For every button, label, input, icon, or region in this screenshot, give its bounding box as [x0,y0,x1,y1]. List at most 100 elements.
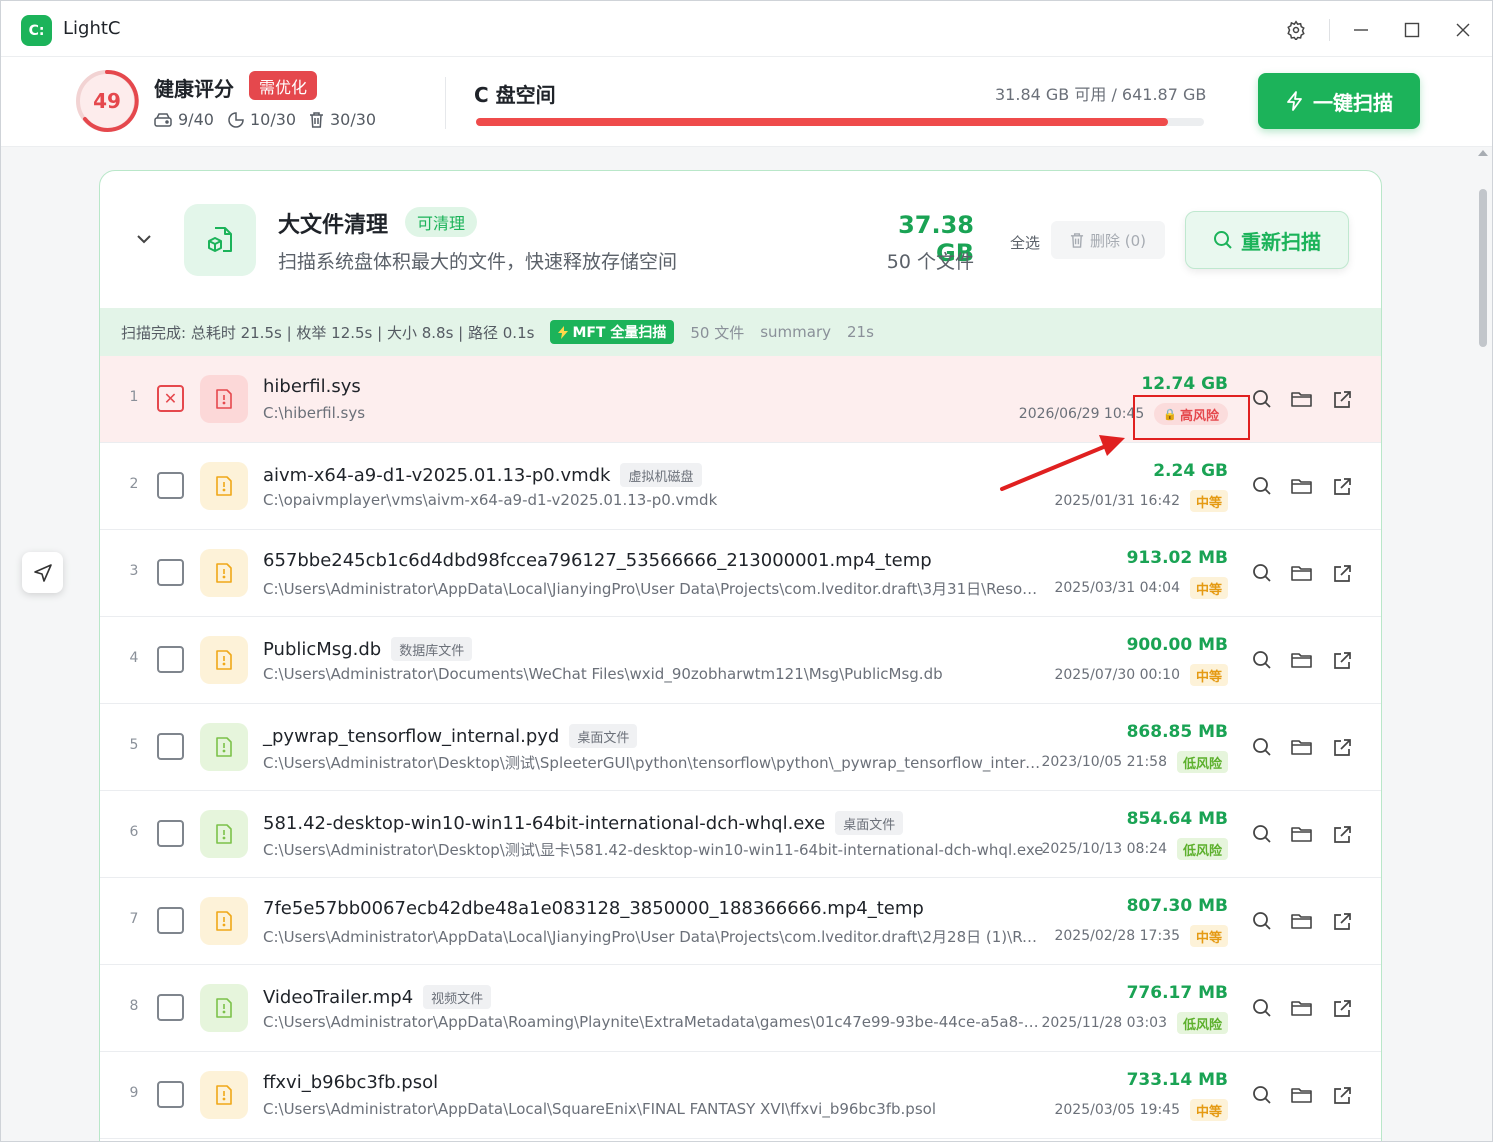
open-folder-button[interactable] [1288,821,1314,847]
preview-button[interactable] [1249,908,1275,934]
open-folder-button[interactable] [1288,647,1314,673]
open-external-button[interactable] [1329,908,1355,934]
risk-label: 中等 [1195,1104,1222,1120]
open-folder-button[interactable] [1288,560,1314,586]
file-name: hiberfil.sys [263,376,361,397]
minimize-button[interactable] [1344,13,1378,47]
preview-button[interactable] [1249,821,1275,847]
file-row[interactable]: 6 581.42-desktop-win10-win11-64bit-inter… [100,791,1381,878]
file-warning-icon [216,563,232,583]
row-checkbox[interactable] [157,646,184,673]
external-link-icon [1333,390,1351,408]
open-external-button[interactable] [1329,821,1355,847]
open-external-button[interactable] [1329,386,1355,412]
file-row[interactable]: 9 ffxvi_b96bc3fb.psol C:\Users\Administr… [100,1052,1381,1139]
open-folder-button[interactable] [1288,995,1314,1021]
search-icon [1253,390,1271,408]
open-external-button[interactable] [1329,734,1355,760]
scan-status-text: 扫描完成: 总耗时 21.5s | 枚举 12.5s | 大小 8.8s | 路… [121,323,535,342]
risk-badge: 中等 [1189,1099,1228,1121]
title-bar: C: LightC [1,1,1492,57]
row-checkbox[interactable] [157,907,184,934]
stat-clock: 10/30 [228,110,296,129]
file-alert-icon-tile [200,462,248,510]
risk-badge: 中等 [1189,490,1228,512]
file-name: 657bbe245cb1c6d4dbd98fccea796127_5356666… [263,550,932,571]
file-name-line: _pywrap_tensorflow_internal.pyd 桌面文件 [263,724,638,748]
delete-button[interactable]: 删除 (0) [1051,221,1165,259]
row-index: 4 [129,650,139,666]
file-date: 2025/10/13 08:24 [1041,841,1167,857]
open-external-button[interactable] [1329,473,1355,499]
scroll-up-arrow[interactable] [1478,150,1488,156]
file-meta: 2025/11/28 03:03 低风险 [1041,1012,1228,1034]
open-external-button[interactable] [1329,1082,1355,1108]
titlebar-divider [1329,19,1330,41]
row-index: 8 [129,998,139,1014]
file-row[interactable]: 3 657bbe245cb1c6d4dbd98fccea796127_53566… [100,530,1381,617]
open-folder-button[interactable] [1288,386,1314,412]
open-external-button[interactable] [1329,995,1355,1021]
health-badge: 需优化 [249,71,318,100]
file-row[interactable]: 5 _pywrap_tensorflow_internal.pyd 桌面文件 C… [100,704,1381,791]
close-button[interactable] [1446,13,1480,47]
row-checkbox[interactable] [157,994,184,1021]
risk-label: 低风险 [1182,843,1222,859]
preview-button[interactable] [1249,473,1275,499]
card-description: 扫描系统盘体积最大的文件，快速释放存储空间 [278,251,678,273]
app-title: LightC [63,18,121,39]
file-warning-icon [216,998,232,1018]
one-click-scan-button[interactable]: 一键扫描 [1258,73,1420,129]
row-checkbox[interactable] [157,733,184,760]
collapse-toggle[interactable] [134,229,154,253]
file-alert-icon-tile [200,984,248,1032]
preview-button[interactable] [1249,386,1275,412]
file-warning-icon [216,911,232,931]
send-feedback-button[interactable] [22,552,63,593]
preview-button[interactable] [1249,995,1275,1021]
search-icon [1253,825,1271,843]
status-header: 49 健康评分 需优化 9/40 10/30 30/30 C 盘空间 31.84… [1,57,1492,147]
card-icon-tile [184,204,256,276]
row-checkbox[interactable] [157,1081,184,1108]
open-folder-button[interactable] [1288,1082,1314,1108]
select-all-button[interactable]: 全选 [1010,232,1040,253]
preview-button[interactable] [1249,1082,1275,1108]
file-path: C:\hiberfil.sys [263,404,366,422]
preview-button[interactable] [1249,560,1275,586]
file-row[interactable]: 2 aivm-x64-a9-d1-v2025.01.13-p0.vmdk 虚拟机… [100,443,1381,530]
file-name-line: hiberfil.sys [263,376,361,397]
file-size: 807.30 MB [1126,896,1228,916]
scrollbar-thumb[interactable] [1479,189,1487,347]
file-date: 2025/01/31 16:42 [1054,493,1180,509]
disk-title: C 盘空间 [474,83,556,107]
risk-badge: 低风险 [1176,751,1228,773]
file-date: 2025/02/28 17:35 [1054,928,1180,944]
file-size: 854.64 MB [1126,809,1228,829]
rescan-button[interactable]: 重新扫描 [1185,211,1349,269]
open-external-button[interactable] [1329,647,1355,673]
row-checkbox-disabled[interactable]: ✕ [157,385,184,412]
row-checkbox[interactable] [157,472,184,499]
file-meta: 2025/07/30 00:10 中等 [1054,664,1228,686]
open-folder-button[interactable] [1288,734,1314,760]
file-row[interactable]: 4 PublicMsg.db 数据库文件 C:\Users\Administra… [100,617,1381,704]
file-row[interactable]: 7 7fe5e57bb0067ecb42dbe48a1e083128_38500… [100,878,1381,965]
preview-button[interactable] [1249,647,1275,673]
file-path: C:\Users\Administrator\AppData\Local\Jia… [263,580,1045,598]
open-folder-button[interactable] [1288,473,1314,499]
settings-button[interactable] [1279,13,1313,47]
row-index: 9 [129,1085,139,1101]
file-alert-icon-tile [200,375,248,423]
trash-icon [310,111,323,128]
maximize-button[interactable] [1395,13,1429,47]
file-type-tag: 桌面文件 [569,724,638,748]
row-checkbox[interactable] [157,559,184,586]
row-checkbox[interactable] [157,820,184,847]
open-folder-button[interactable] [1288,908,1314,934]
file-meta: 2025/03/31 04:04 中等 [1054,577,1228,599]
preview-button[interactable] [1249,734,1275,760]
file-path: C:\Users\Administrator\AppData\Roaming\P… [263,1013,1045,1031]
open-external-button[interactable] [1329,560,1355,586]
file-row[interactable]: 8 VideoTrailer.mp4 视频文件 C:\Users\Adminis… [100,965,1381,1052]
